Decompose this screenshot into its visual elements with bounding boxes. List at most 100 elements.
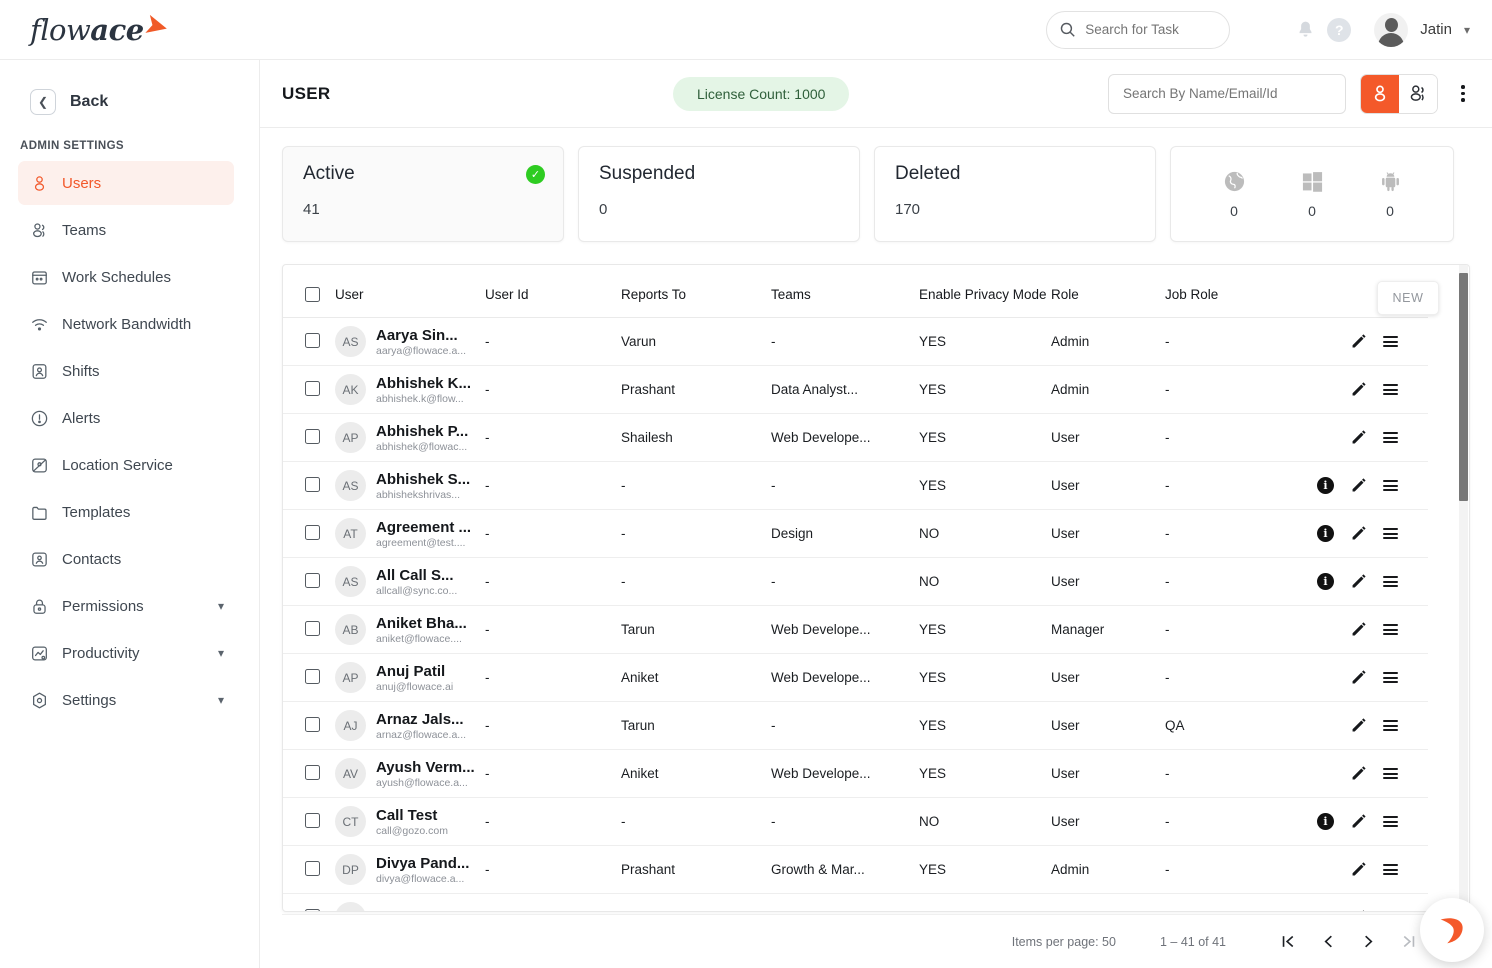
app-logo[interactable]: flowace➤ (0, 9, 260, 47)
row-menu-icon[interactable] (1383, 384, 1398, 395)
table-scrollbar-thumb[interactable] (1459, 273, 1468, 501)
platform-windows[interactable]: 0 (1301, 170, 1324, 219)
table-row[interactable]: AB Aniket Bha... aniket@flowace.... - Tarun W… (283, 605, 1428, 654)
edit-icon[interactable] (1350, 477, 1367, 494)
col-enable-privacy-mode[interactable]: Enable Privacy Mode (919, 265, 1051, 318)
sidebar-item-users[interactable]: Users (18, 161, 234, 205)
row-checkbox[interactable] (305, 428, 320, 444)
edit-icon[interactable] (1350, 429, 1367, 446)
edit-icon[interactable] (1350, 813, 1367, 830)
sidebar-item-templates[interactable]: Templates (18, 490, 234, 534)
previous-page-button[interactable] (1308, 922, 1348, 962)
row-checkbox[interactable] (305, 764, 320, 780)
info-icon[interactable]: i (1317, 573, 1334, 590)
chevron-down-icon[interactable]: ▾ (218, 693, 224, 707)
card-active[interactable]: Active 41 ✓ (282, 146, 564, 242)
chevron-down-icon[interactable]: ▾ (218, 646, 224, 660)
user-search-box[interactable] (1108, 73, 1346, 114)
sidebar-item-teams[interactable]: Teams (18, 208, 234, 252)
table-row[interactable]: AP Anuj Patil anuj@flowace.ai - Aniket Web De… (283, 653, 1428, 702)
select-all-checkbox[interactable] (305, 287, 320, 302)
items-per-page-label[interactable]: Items per page: 50 (1012, 935, 1116, 949)
table-row[interactable]: AS Abhishek S... abhishekshrivas... - - - YES U… (283, 461, 1428, 510)
row-checkbox[interactable] (305, 332, 320, 348)
edit-icon[interactable] (1350, 525, 1367, 542)
col-teams[interactable]: Teams (771, 265, 919, 318)
row-checkbox[interactable] (305, 668, 320, 684)
table-row[interactable]: AS All Call S... allcall@sync.co... - - - NO Us… (283, 557, 1428, 606)
toggle-team-view[interactable] (1399, 74, 1437, 113)
row-menu-icon[interactable] (1383, 336, 1398, 347)
edit-icon[interactable] (1350, 381, 1367, 398)
more-options-icon[interactable] (1452, 85, 1474, 102)
row-menu-icon[interactable] (1383, 528, 1398, 539)
card-deleted[interactable]: Deleted 170 (874, 146, 1156, 242)
help-widget-button[interactable] (1420, 898, 1484, 962)
sidebar-item-work-schedules[interactable]: Work Schedules (18, 255, 234, 299)
user-search-input[interactable] (1123, 86, 1331, 101)
edit-icon[interactable] (1350, 573, 1367, 590)
row-checkbox[interactable] (305, 476, 320, 492)
info-icon[interactable]: i (1317, 477, 1334, 494)
sidebar-item-settings[interactable]: Settings ▾ (18, 678, 234, 722)
row-checkbox[interactable] (305, 572, 320, 588)
card-suspended[interactable]: Suspended 0 (578, 146, 860, 242)
help-button[interactable]: ? (1322, 13, 1356, 47)
sidebar-item-productivity[interactable]: Productivity ▾ (18, 631, 234, 675)
row-checkbox[interactable] (305, 908, 320, 911)
edit-icon[interactable] (1350, 669, 1367, 686)
task-search-input[interactable] (1085, 22, 1216, 37)
col-reports-to[interactable]: Reports To (621, 265, 771, 318)
info-icon[interactable]: i (1317, 525, 1334, 542)
edit-icon[interactable] (1350, 717, 1367, 734)
sidebar-item-contacts[interactable]: Contacts (18, 537, 234, 581)
col-job-role[interactable]: Job Role (1165, 265, 1289, 318)
task-search-box[interactable] (1046, 10, 1231, 49)
first-page-button[interactable] (1268, 922, 1308, 962)
col-user[interactable]: User (335, 265, 485, 318)
row-checkbox[interactable] (305, 620, 320, 636)
new-button[interactable]: NEW (1377, 281, 1439, 315)
table-row[interactable]: AK Abhishek K... abhishek.k@flow... - Prasha… (283, 365, 1428, 414)
sidebar-item-network-bandwidth[interactable]: Network Bandwidth (18, 302, 234, 346)
row-menu-icon[interactable] (1383, 624, 1398, 635)
notifications-button[interactable] (1288, 13, 1322, 47)
row-menu-icon[interactable] (1383, 720, 1398, 731)
row-menu-icon[interactable] (1383, 432, 1398, 443)
row-checkbox[interactable] (305, 812, 320, 828)
next-page-button[interactable] (1348, 922, 1388, 962)
platform-web[interactable]: 0 (1223, 170, 1246, 219)
table-row[interactable]: CT Call Test call@gozo.com - - - NO User - i (283, 797, 1428, 846)
row-menu-icon[interactable] (1383, 672, 1398, 683)
platform-android[interactable]: 0 (1379, 170, 1402, 219)
col-role[interactable]: Role (1051, 265, 1165, 318)
edit-icon[interactable] (1350, 765, 1367, 782)
info-icon[interactable]: i (1317, 813, 1334, 830)
table-row[interactable]: AS Aarya Sin... aarya@flowace.a... - Varun - Y… (283, 317, 1428, 366)
row-menu-icon[interactable] (1383, 768, 1398, 779)
row-checkbox[interactable] (305, 380, 320, 396)
edit-icon[interactable] (1350, 333, 1367, 350)
col-user-id[interactable]: User Id (485, 265, 621, 318)
edit-icon[interactable] (1350, 621, 1367, 638)
table-row[interactable]: GD Gale Dsyly (283, 893, 1428, 911)
sidebar-item-shifts[interactable]: Shifts (18, 349, 234, 393)
edit-icon[interactable] (1350, 861, 1367, 878)
row-menu-icon[interactable] (1383, 480, 1398, 491)
chevron-down-icon[interactable]: ▾ (218, 599, 224, 613)
table-row[interactable]: AJ Arnaz Jals... arnaz@flowace.a... - Tarun -… (283, 701, 1428, 750)
row-menu-icon[interactable] (1383, 816, 1398, 827)
chevron-down-icon[interactable]: ▾ (1464, 23, 1470, 37)
back-button[interactable]: ❮ Back (0, 82, 259, 122)
row-checkbox[interactable] (305, 524, 320, 540)
sidebar-item-permissions[interactable]: Permissions ▾ (18, 584, 234, 628)
sidebar-item-alerts[interactable]: Alerts (18, 396, 234, 440)
avatar[interactable] (1374, 12, 1409, 47)
row-checkbox[interactable] (305, 860, 320, 876)
toggle-individual-view[interactable] (1361, 74, 1399, 113)
table-row[interactable]: AT Agreement ... agreement@test.... - - Desig… (283, 509, 1428, 558)
row-checkbox[interactable] (305, 716, 320, 732)
table-row[interactable]: DP Divya Pand... divya@flowace.a... - Prasha… (283, 845, 1428, 894)
table-row[interactable]: AP Abhishek P... abhishek@flowac... - Shaile… (283, 413, 1428, 462)
edit-icon[interactable] (1350, 909, 1367, 911)
